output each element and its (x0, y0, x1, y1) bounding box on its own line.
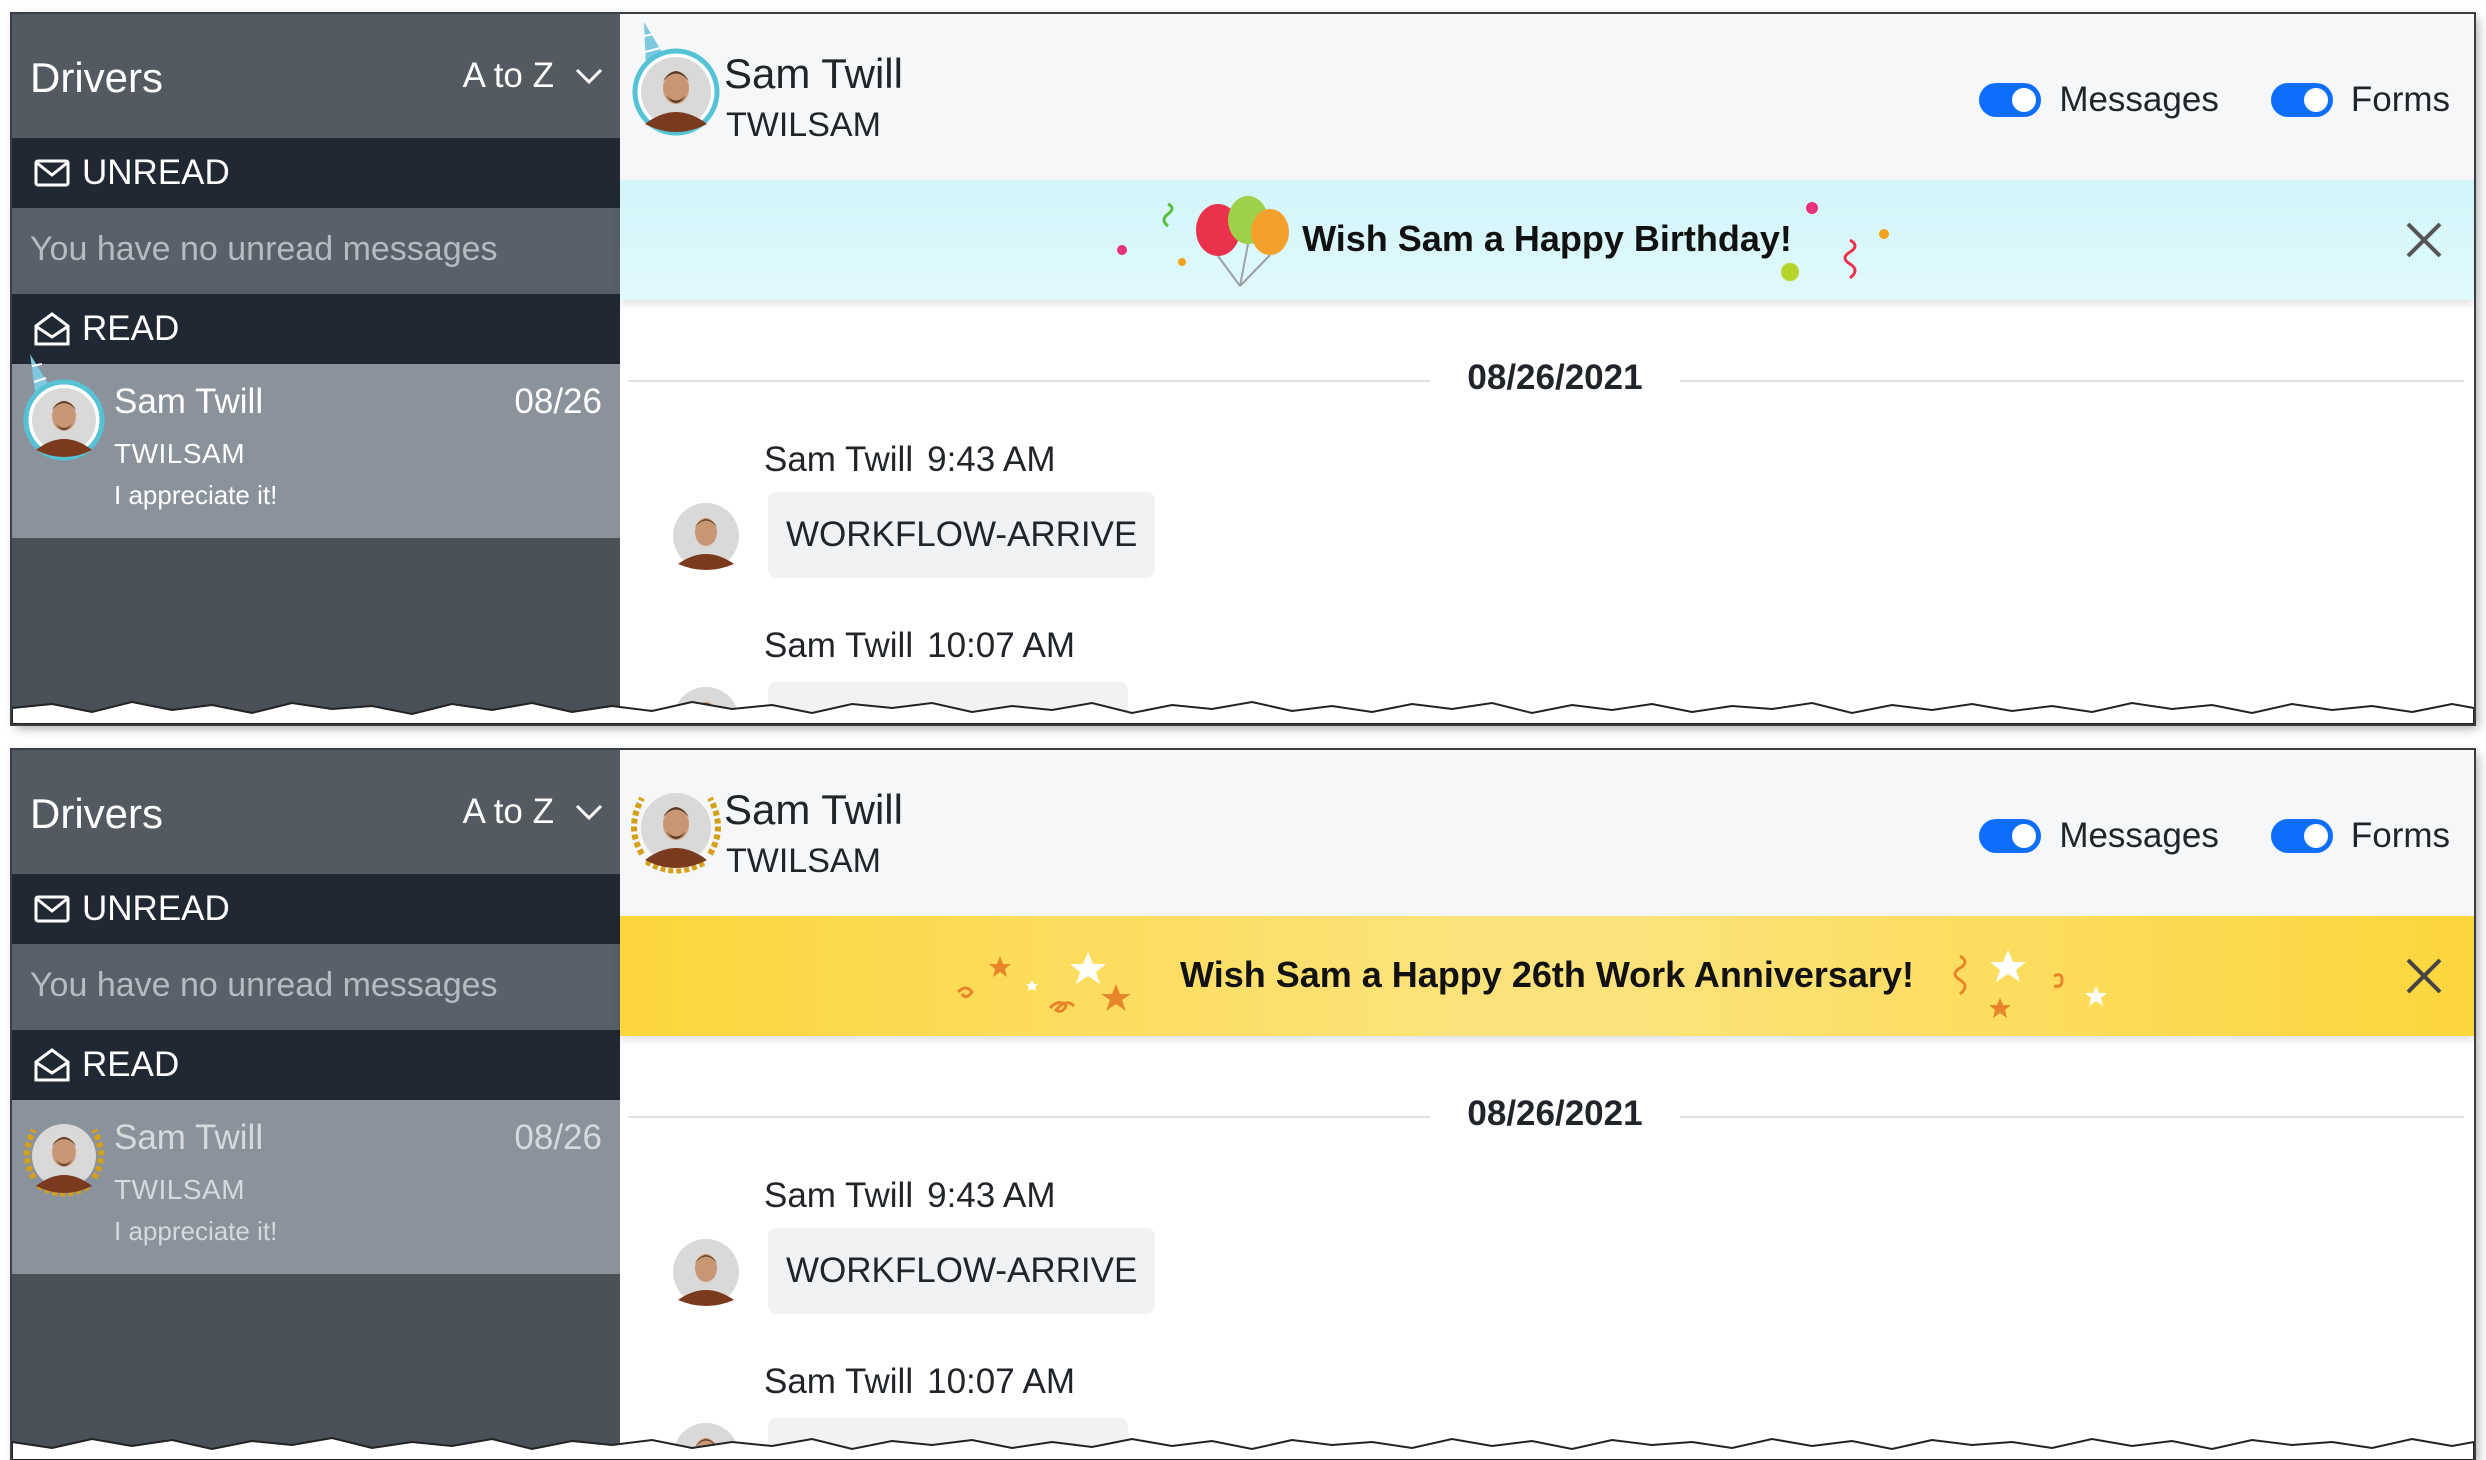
header-driver-id: TWILSAM (726, 842, 881, 880)
chevron-down-icon (575, 804, 603, 821)
panel-birthday: Drivers A to Z UNREAD You have no unread… (12, 14, 2474, 724)
birthday-banner-text: Wish Sam a Happy Birthday! (1302, 218, 1792, 259)
conversation-date: 08/26 (514, 382, 602, 421)
torn-edge (12, 700, 2474, 724)
message-meta: Sam Twill 10:07 AM (764, 1362, 1075, 1402)
header-avatar-birthday (632, 22, 720, 136)
header-toggles: Messages Forms (1979, 816, 2450, 856)
forms-switch[interactable] (2270, 819, 2333, 853)
header-driver-id: TWILSAM (726, 106, 881, 144)
close-icon[interactable] (2402, 218, 2446, 262)
read-section-header[interactable]: READ (12, 1030, 620, 1100)
conversation-header: Sam Twill TWILSAM Messages Forms (620, 14, 2474, 180)
conversation-header: Sam Twill TWILSAM Messages Forms (620, 750, 2474, 916)
message-sender: Sam Twill (764, 626, 914, 665)
anniversary-banner: Wish Sam a Happy 26th Work Anniversary! (620, 916, 2474, 1036)
message-meta: Sam Twill 10:07 AM (764, 626, 1075, 666)
envelope-open-icon (34, 312, 70, 346)
messages-toggle[interactable]: Messages (1979, 80, 2219, 120)
messages-toggle[interactable]: Messages (1979, 816, 2219, 856)
envelope-open-icon (34, 1048, 70, 1082)
avatar-birthday (23, 354, 105, 461)
message-time: 9:43 AM (927, 440, 1056, 479)
message-avatar (673, 503, 739, 570)
header-avatar-anniversary (631, 793, 721, 874)
date-separator: 08/26/2021 (1430, 358, 1680, 398)
sidebar-header: Drivers A to Z (12, 14, 620, 138)
message-sender: Sam Twill (764, 1176, 914, 1215)
drivers-sidebar: Drivers A to Z UNREAD You have no unread… (12, 14, 620, 724)
unread-section-header[interactable]: UNREAD (12, 138, 620, 208)
sort-label: A to Z (462, 792, 554, 831)
conversation-pane: Sam Twill TWILSAM Messages Forms Wish Sa… (620, 14, 2474, 724)
anniversary-banner-text: Wish Sam a Happy 26th Work Anniversary! (1180, 954, 1914, 995)
conversation-pane: Sam Twill TWILSAM Messages Forms Wish Sa… (620, 750, 2474, 1460)
message-sender: Sam Twill (764, 1362, 914, 1401)
envelope-icon (34, 895, 70, 923)
read-section-header[interactable]: READ (12, 294, 620, 364)
chevron-down-icon (575, 68, 603, 85)
forms-toggle-label: Forms (2350, 80, 2450, 119)
avatar-anniversary-laurel (24, 1124, 104, 1197)
messages-switch[interactable] (1979, 819, 2042, 853)
message-sender: Sam Twill (764, 440, 914, 479)
unread-empty-text: You have no unread messages (12, 944, 620, 1030)
conversation-driver-id: TWILSAM (114, 1174, 246, 1205)
torn-edge (12, 1436, 2474, 1460)
header-driver-name: Sam Twill (724, 786, 903, 833)
unread-label: UNREAD (82, 889, 230, 928)
close-icon[interactable] (2402, 954, 2446, 998)
unread-label: UNREAD (82, 153, 230, 192)
message-time: 10:07 AM (927, 626, 1075, 665)
message-time: 10:07 AM (927, 1362, 1075, 1401)
message-bubble[interactable]: WORKFLOW-ARRIVE (768, 1228, 1156, 1314)
header-driver-name: Sam Twill (724, 50, 903, 97)
envelope-icon (34, 159, 70, 187)
read-label: READ (82, 309, 180, 348)
date-separator: 08/26/2021 (1430, 1094, 1680, 1134)
message-avatar (673, 1239, 739, 1306)
unread-section-header[interactable]: UNREAD (12, 874, 620, 944)
sidebar-title: Drivers (30, 54, 163, 101)
sort-label: A to Z (462, 56, 554, 95)
message-time: 9:43 AM (927, 1176, 1056, 1215)
sort-dropdown[interactable]: A to Z (463, 792, 604, 832)
message-meta: Sam Twill 9:43 AM (764, 440, 1056, 480)
conversation-item-sam-twill[interactable]: Sam Twill 08/26 TWILSAM I appreciate it! (12, 354, 620, 538)
message-bubble[interactable]: WORKFLOW-ARRIVE (768, 492, 1156, 578)
forms-switch[interactable] (2270, 83, 2333, 117)
drivers-sidebar: Drivers A to Z UNREAD You have no unread… (12, 750, 620, 1460)
panel-anniversary: Drivers A to Z UNREAD You have no unread… (12, 750, 2474, 1460)
message-meta: Sam Twill 9:43 AM (764, 1176, 1056, 1216)
sidebar-header: Drivers A to Z (12, 750, 620, 874)
sidebar-title: Drivers (30, 790, 163, 837)
birthday-banner: Wish Sam a Happy Birthday! (620, 180, 2474, 300)
messages-switch[interactable] (1979, 83, 2042, 117)
header-toggles: Messages Forms (1979, 80, 2450, 120)
forms-toggle[interactable]: Forms (2270, 816, 2450, 856)
forms-toggle-label: Forms (2350, 816, 2450, 855)
conversation-date: 08/26 (514, 1118, 602, 1157)
conversation-preview: I appreciate it! (114, 1216, 278, 1246)
messages-toggle-label: Messages (2059, 80, 2219, 119)
sort-dropdown[interactable]: A to Z (463, 56, 604, 96)
messages-toggle-label: Messages (2059, 816, 2219, 855)
conversation-preview: I appreciate it! (114, 480, 278, 510)
forms-toggle[interactable]: Forms (2270, 80, 2450, 120)
read-label: READ (82, 1045, 180, 1084)
conversation-name: Sam Twill (114, 382, 264, 421)
conversation-item-sam-twill[interactable]: Sam Twill 08/26 TWILSAM I appreciate it! (12, 1100, 620, 1274)
unread-empty-text: You have no unread messages (12, 208, 620, 294)
conversation-driver-id: TWILSAM (114, 438, 246, 469)
conversation-name: Sam Twill (114, 1118, 264, 1157)
